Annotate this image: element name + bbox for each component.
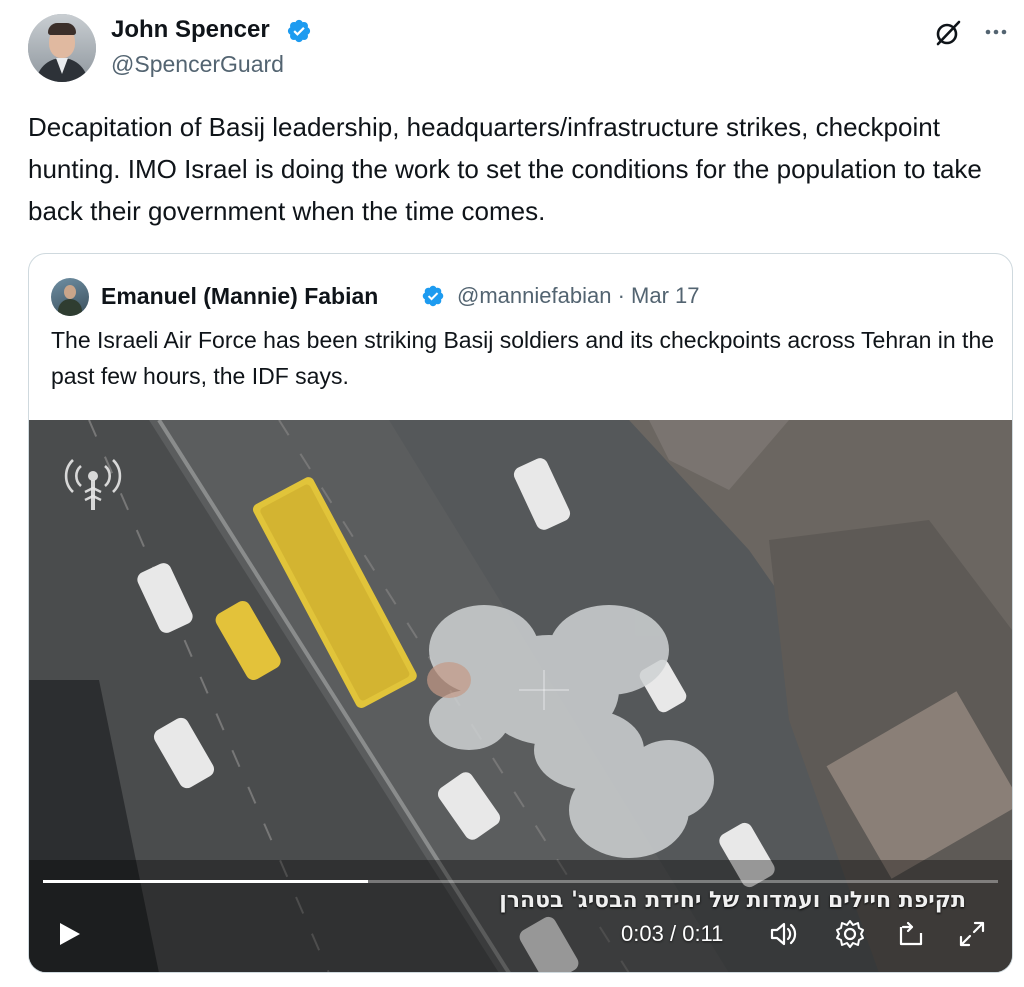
video-progress-bar[interactable]	[43, 880, 998, 883]
settings-icon[interactable]	[834, 918, 866, 950]
quoted-text: The Israeli Air Force has been striking …	[51, 327, 995, 389]
meta-separator: ·	[617, 283, 625, 308]
play-icon[interactable]	[53, 918, 85, 950]
grok-icon[interactable]	[933, 18, 963, 48]
video-player[interactable]: תקיפת חיילים ועמדות של יחידת הבסיג' בטהר…	[29, 420, 1012, 972]
volume-icon[interactable]	[767, 918, 799, 950]
video-caption: תקיפת חיילים ועמדות של יחידת הבסיג' בטהר…	[499, 888, 966, 913]
quoted-date: Mar 17	[631, 283, 700, 308]
verified-badge-icon	[422, 285, 444, 307]
author-handle[interactable]: @SpencerGuard	[111, 48, 284, 80]
video-progress-fill	[43, 880, 368, 883]
video-current-time: 0:03	[621, 921, 664, 946]
fullscreen-icon[interactable]	[956, 918, 988, 950]
author-name[interactable]: John Spencer	[111, 14, 270, 46]
more-icon[interactable]	[982, 18, 1010, 46]
tweet-text: Decapitation of Basij leadership, headqu…	[28, 112, 982, 226]
author-avatar[interactable]	[28, 14, 96, 82]
quoted-author-handle: @manniefabian	[457, 283, 612, 308]
video-time-separator: /	[669, 921, 677, 946]
picture-in-picture-icon[interactable]	[895, 918, 927, 950]
quoted-author-avatar[interactable]	[51, 278, 89, 316]
quoted-author-name: Emanuel (Mannie) Fabian	[101, 283, 379, 309]
video-controls: 0:03 / 0:11	[29, 912, 1012, 962]
quoted-tweet-card[interactable]: Emanuel (Mannie) Fabian @manniefabian · …	[28, 253, 1013, 973]
more-dots-icon	[985, 29, 1007, 35]
verified-badge-icon	[287, 19, 311, 43]
video-duration: 0:11	[682, 921, 724, 946]
quoted-meta: @manniefabian · Mar 17	[457, 280, 700, 312]
idf-logo-icon	[64, 459, 122, 510]
video-time: 0:03 / 0:11	[621, 918, 723, 950]
